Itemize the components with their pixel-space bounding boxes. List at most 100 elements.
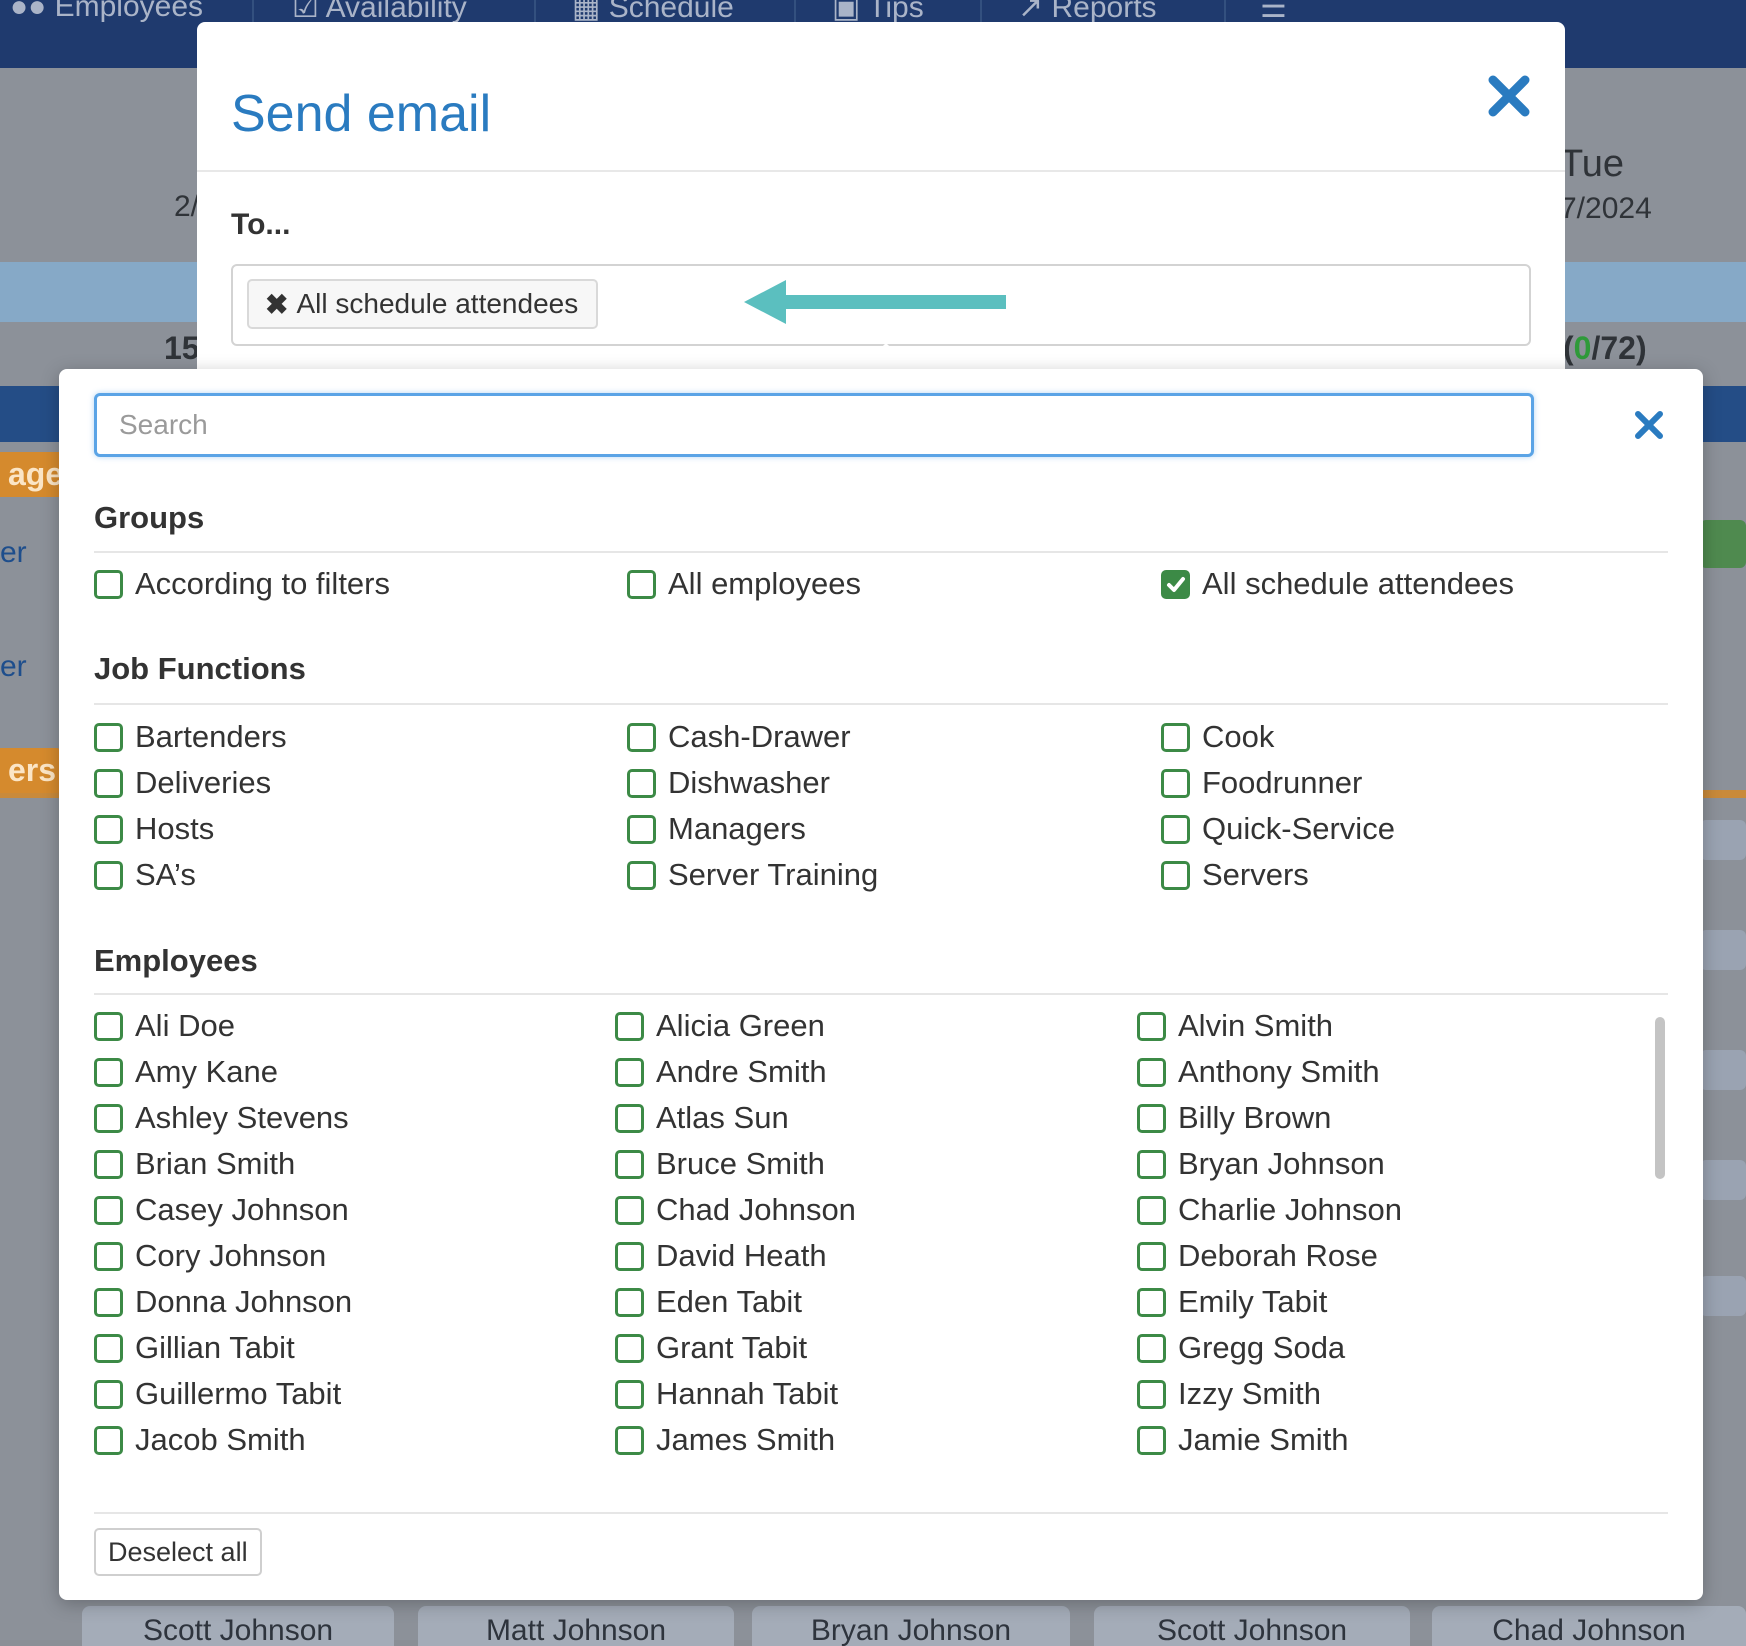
employee-option[interactable]: Ali Doe xyxy=(94,1008,235,1044)
group-option[interactable]: All employees xyxy=(627,566,861,602)
checkbox-icon[interactable] xyxy=(615,1195,644,1225)
dropdown-close-button[interactable] xyxy=(1633,409,1667,443)
employee-option[interactable]: Ashley Stevens xyxy=(94,1100,349,1136)
checkbox-icon[interactable] xyxy=(94,1241,123,1271)
employee-option[interactable]: Gillian Tabit xyxy=(94,1330,295,1366)
employee-option[interactable]: Atlas Sun xyxy=(615,1100,789,1136)
checkbox-icon[interactable] xyxy=(615,1425,644,1455)
checkbox-icon[interactable] xyxy=(615,1057,644,1087)
employee-option[interactable]: Alvin Smith xyxy=(1137,1008,1333,1044)
checkbox-icon[interactable] xyxy=(615,1287,644,1317)
background-cell xyxy=(1700,1276,1746,1316)
employee-option[interactable]: Jacob Smith xyxy=(94,1422,306,1458)
employee-option[interactable]: Amy Kane xyxy=(94,1054,278,1090)
nav-employees[interactable]: ●● Employees xyxy=(10,0,203,24)
employee-option[interactable]: Deborah Rose xyxy=(1137,1238,1378,1274)
checkbox-icon[interactable] xyxy=(615,1333,644,1363)
job-function-option[interactable]: Cash-Drawer xyxy=(627,719,851,755)
checkbox-icon[interactable] xyxy=(615,1241,644,1271)
job-function-option[interactable]: Quick-Service xyxy=(1161,811,1395,847)
job-function-option[interactable]: Server Training xyxy=(627,857,878,893)
checkbox-icon[interactable] xyxy=(1161,814,1190,844)
background-shift-name: Chad Johnson xyxy=(1432,1606,1746,1646)
checkbox-icon[interactable] xyxy=(627,860,656,890)
employee-option[interactable]: Andre Smith xyxy=(615,1054,827,1090)
checkbox-icon[interactable] xyxy=(1137,1195,1166,1225)
deselect-all-button[interactable]: Deselect all xyxy=(94,1528,262,1576)
checkbox-icon[interactable] xyxy=(615,1011,644,1041)
employee-option[interactable]: Gregg Soda xyxy=(1137,1330,1345,1366)
modal-close-button[interactable] xyxy=(1487,74,1537,134)
checkbox-icon[interactable] xyxy=(1161,860,1190,890)
checkbox-icon[interactable] xyxy=(94,814,123,844)
employee-option[interactable]: Billy Brown xyxy=(1137,1100,1331,1136)
checkbox-icon[interactable] xyxy=(1137,1425,1166,1455)
checkbox-icon[interactable] xyxy=(94,722,123,752)
checkbox-icon[interactable] xyxy=(94,1379,123,1409)
job-function-option[interactable]: Foodrunner xyxy=(1161,765,1362,801)
job-function-option[interactable]: Cook xyxy=(1161,719,1274,755)
checkbox-icon[interactable] xyxy=(1137,1011,1166,1041)
checkbox-icon[interactable] xyxy=(1137,1241,1166,1271)
checkbox-icon[interactable] xyxy=(94,1103,123,1133)
employee-option[interactable]: Izzy Smith xyxy=(1137,1376,1321,1412)
checkbox-icon[interactable] xyxy=(94,1195,123,1225)
checkbox-icon[interactable] xyxy=(94,1425,123,1455)
employee-option[interactable]: Donna Johnson xyxy=(94,1284,352,1320)
employee-option[interactable]: Guillermo Tabit xyxy=(94,1376,341,1412)
job-function-option[interactable]: Bartenders xyxy=(94,719,287,755)
checkbox-icon[interactable] xyxy=(627,722,656,752)
employees-list[interactable]: Ali Doe Alicia Green Alvin Smith Amy Kane An… xyxy=(94,1003,1634,1463)
job-function-option[interactable]: SA’s xyxy=(94,857,196,893)
checkbox-icon[interactable] xyxy=(1137,1333,1166,1363)
employee-option[interactable]: Jamie Smith xyxy=(1137,1422,1349,1458)
employee-option[interactable]: Alicia Green xyxy=(615,1008,825,1044)
checkbox-icon[interactable] xyxy=(94,1057,123,1087)
employee-option[interactable]: David Heath xyxy=(615,1238,827,1274)
checkbox-icon[interactable] xyxy=(1137,1379,1166,1409)
employee-option[interactable]: Cory Johnson xyxy=(94,1238,326,1274)
employee-option[interactable]: James Smith xyxy=(615,1422,835,1458)
checkbox-icon[interactable] xyxy=(1137,1287,1166,1317)
checkbox-icon[interactable] xyxy=(94,1333,123,1363)
job-function-option[interactable]: Dishwasher xyxy=(627,765,830,801)
checkbox-icon[interactable] xyxy=(94,1011,123,1041)
job-function-option[interactable]: Managers xyxy=(627,811,806,847)
checkbox-icon[interactable] xyxy=(1137,1149,1166,1179)
employee-option[interactable]: Chad Johnson xyxy=(615,1192,856,1228)
checkbox-icon[interactable] xyxy=(94,768,123,798)
checkbox-icon[interactable] xyxy=(1161,722,1190,752)
checkbox-icon[interactable] xyxy=(94,1287,123,1317)
employee-option[interactable]: Brian Smith xyxy=(94,1146,295,1182)
checkbox-icon[interactable] xyxy=(615,1379,644,1409)
checkbox-icon[interactable] xyxy=(94,860,123,890)
employees-scrollbar-thumb[interactable] xyxy=(1655,1017,1665,1179)
checkbox-icon[interactable] xyxy=(627,814,656,844)
employee-option[interactable]: Bryan Johnson xyxy=(1137,1146,1385,1182)
employee-option[interactable]: Hannah Tabit xyxy=(615,1376,838,1412)
checkbox-icon[interactable] xyxy=(1137,1057,1166,1087)
checkbox-icon[interactable] xyxy=(627,569,656,599)
employee-option[interactable]: Grant Tabit xyxy=(615,1330,807,1366)
employee-option[interactable]: Casey Johnson xyxy=(94,1192,349,1228)
employee-option[interactable]: Eden Tabit xyxy=(615,1284,802,1320)
remove-chip-icon[interactable]: ✖ xyxy=(265,288,288,321)
employee-option[interactable]: Charlie Johnson xyxy=(1137,1192,1402,1228)
job-function-option[interactable]: Servers xyxy=(1161,857,1309,893)
checkbox-checked-icon[interactable] xyxy=(1161,569,1190,599)
employee-option[interactable]: Bruce Smith xyxy=(615,1146,825,1182)
checkbox-icon[interactable] xyxy=(94,1149,123,1179)
search-input[interactable] xyxy=(94,393,1534,457)
checkbox-icon[interactable] xyxy=(615,1149,644,1179)
employee-option[interactable]: Anthony Smith xyxy=(1137,1054,1380,1090)
job-function-option[interactable]: Hosts xyxy=(94,811,214,847)
job-function-option[interactable]: Deliveries xyxy=(94,765,271,801)
checkbox-icon[interactable] xyxy=(94,569,123,599)
group-option[interactable]: According to filters xyxy=(94,566,390,602)
group-option[interactable]: All schedule attendees xyxy=(1161,566,1514,602)
checkbox-icon[interactable] xyxy=(1137,1103,1166,1133)
checkbox-icon[interactable] xyxy=(1161,768,1190,798)
checkbox-icon[interactable] xyxy=(627,768,656,798)
checkbox-icon[interactable] xyxy=(615,1103,644,1133)
employee-option[interactable]: Emily Tabit xyxy=(1137,1284,1327,1320)
